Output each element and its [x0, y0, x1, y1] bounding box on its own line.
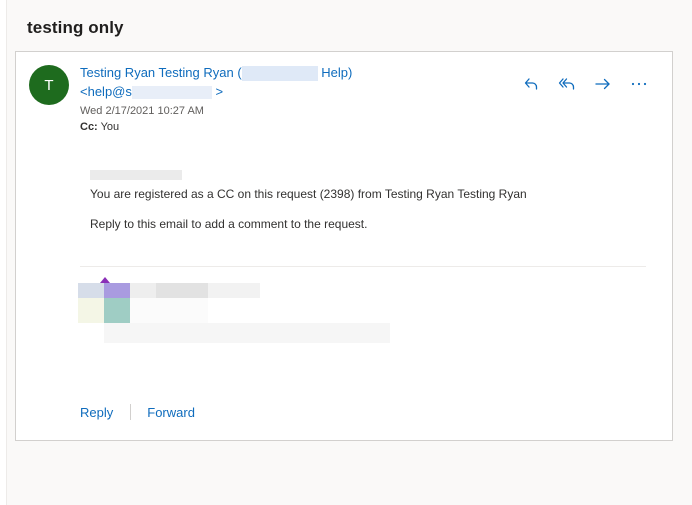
reply-icon — [524, 78, 538, 90]
sent-date: Wed 2/17/2021 10:27 AM — [80, 105, 204, 117]
reply-forward-bar: Reply Forward — [80, 404, 195, 420]
redacted-block — [241, 66, 318, 82]
more-actions-button[interactable] — [628, 74, 650, 94]
cc-value: You — [100, 121, 120, 133]
reply-link[interactable]: Reply — [80, 405, 113, 420]
reply-action-button[interactable] — [520, 74, 542, 94]
sender-name: Testing Ryan Testing Ryan — [80, 65, 234, 80]
reply-all-action-button[interactable] — [556, 74, 578, 94]
sender-avatar[interactable]: T — [29, 65, 69, 105]
reply-all-icon — [558, 78, 575, 90]
sender-address-prefix: <help@s — [80, 84, 132, 99]
redacted-block — [131, 86, 212, 100]
redacted-text-smudge — [90, 170, 182, 180]
forward-icon — [595, 78, 610, 90]
message-card: T Testing Ryan Testing Ryan ( Help) <hel… — [15, 51, 673, 441]
sender-address-line[interactable]: <help@s > — [80, 84, 224, 100]
forward-action-button[interactable] — [592, 74, 614, 94]
more-icon — [631, 82, 647, 86]
redacted-signature-image — [78, 277, 408, 347]
cc-line: Cc: You — [80, 121, 119, 133]
cc-label: Cc: — [80, 121, 98, 133]
signature-divider — [80, 266, 646, 267]
sender-name-line[interactable]: Testing Ryan Testing Ryan ( Help) — [80, 65, 353, 82]
message-body-line: Reply to this email to add a comment to … — [90, 217, 368, 231]
message-body-line: You are registered as a CC on this reque… — [90, 187, 527, 201]
forward-link[interactable]: Forward — [147, 405, 195, 420]
left-panel-edge — [0, 0, 7, 505]
email-subject: testing only — [27, 18, 124, 37]
message-actions — [520, 74, 650, 94]
sender-address-suffix: > — [215, 84, 224, 99]
avatar-initial: T — [44, 76, 54, 94]
sender-help-suffix: Help) — [321, 65, 353, 80]
reply-forward-separator — [130, 404, 132, 420]
